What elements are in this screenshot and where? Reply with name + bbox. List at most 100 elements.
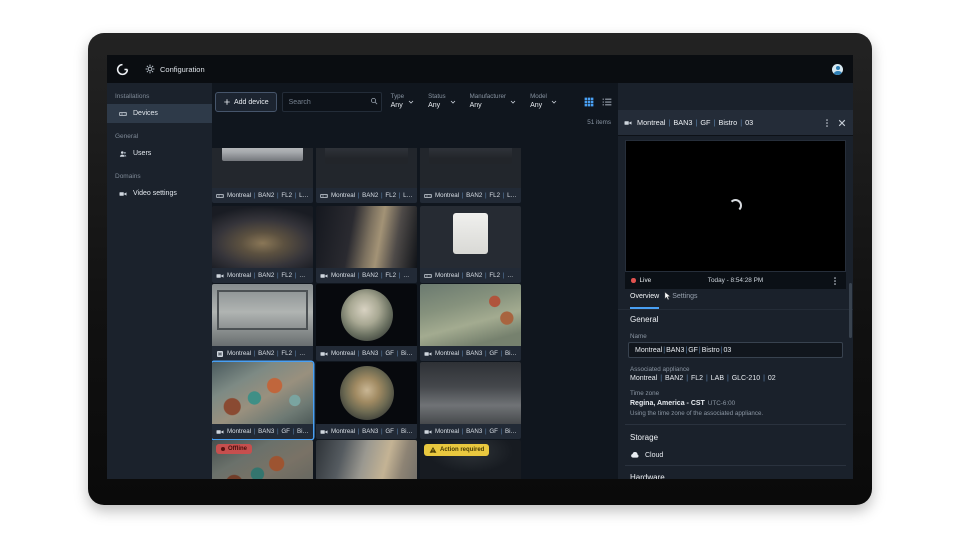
filter-status[interactable]: Status Any [428, 93, 457, 111]
timezone-label: Time zone [630, 390, 660, 397]
sidebar-item-devices[interactable]: Devices [107, 104, 212, 123]
name-field[interactable]: Montreal | BAN3 | GF | Bistro | 03 [628, 342, 843, 358]
tab-settings[interactable]: Settings [672, 293, 697, 309]
timestamp: Today - 8:54:28 PM [707, 277, 764, 284]
device-tile-label: Montreal | BAN2 | FL2 | LAB ... [420, 188, 521, 203]
tab-overview[interactable]: Overview [630, 293, 660, 309]
video-player[interactable] [625, 140, 846, 272]
items-count: 51 items [587, 119, 611, 126]
filter-bar: Type Any Status Any Manufacturer Any Model Any [391, 93, 558, 111]
close-icon[interactable] [837, 118, 847, 128]
general-heading: General [630, 315, 659, 324]
genetec-logo-icon [116, 63, 129, 76]
device-tile[interactable]: Montreal | BAN3 | GF | Bistro... [420, 362, 521, 439]
chevron-down-icon [449, 98, 457, 106]
topbar: Configuration [107, 55, 853, 83]
device-tile-label: Montreal | BAN2 | FL2 | Parki... [316, 268, 417, 283]
mouse-cursor-icon [663, 291, 673, 301]
main-content: Add device TypeAny StatusAny ManufacturerA… [212, 83, 618, 479]
plus-icon [223, 98, 231, 106]
configuration-menu[interactable]: Configuration [145, 64, 205, 74]
device-thumbnail [420, 284, 521, 346]
filter-type[interactable]: Type Any [391, 93, 415, 111]
device-tile-label: Montreal | BAN3 | GF | Bistro... [420, 346, 521, 361]
device-thumbnail: Offline [212, 440, 313, 479]
offline-dot-icon [221, 447, 225, 451]
device-tile-label: Montreal | BAN2 | FL2 | Parki... [212, 268, 313, 283]
device-tile[interactable]: Montreal | BAN3 | GF | Bistro... [420, 284, 521, 361]
camera-icon [424, 428, 432, 436]
sidebar-item-users[interactable]: Users [107, 144, 212, 163]
device-thumbnail [212, 148, 313, 188]
kebab-menu-icon[interactable] [822, 118, 832, 128]
camera-icon [320, 272, 328, 280]
app-title: Configuration [160, 64, 205, 74]
camera-icon [424, 350, 432, 358]
device-thumbnail [212, 284, 313, 346]
cloud-icon [630, 450, 640, 460]
sidebar-section-label: Domains [115, 173, 141, 180]
device-tile-label: Montreal | BAN2 | FL2 | LAB ... [316, 188, 417, 203]
appliance-value: Montreal | BAN2 | FL2 | LAB | GLC-210 | … [630, 375, 776, 382]
device-thumbnail [420, 206, 521, 268]
device-tile[interactable]: Montreal | BAN2 | FL2 | Parki... [212, 206, 313, 283]
camera-icon [320, 428, 328, 436]
device-tile[interactable]: Montreal | BAN2 | FL2 | West... [212, 284, 313, 361]
device-tile-label: Montreal | BAN2 | FL2 | LAB ... [212, 188, 313, 203]
device-tile[interactable]: Montreal | BAN2 | FL2 | West... [420, 206, 521, 283]
storage-type: Cloud [630, 450, 663, 460]
device-tile-label: Montreal | BAN3 | GF | Bistro... [212, 424, 313, 439]
camera-icon [216, 272, 224, 280]
playback-bar: Live Today - 8:54:28 PM [625, 272, 846, 289]
chevron-down-icon [407, 98, 415, 106]
device-tile[interactable]: Montreal | BAN2 | FL2 | LAB ... [316, 148, 417, 203]
appliance-label: Associated appliance [630, 366, 690, 373]
camera-icon [320, 350, 328, 358]
add-device-button[interactable]: Add device [215, 92, 277, 112]
device-tile[interactable]: Montreal | BAN3 | GF | Bistro... [316, 284, 417, 361]
device-thumbnail [420, 148, 521, 188]
device-tile-label: Montreal | BAN3 | GF | Bistro... [316, 424, 417, 439]
device-grid: Montreal | BAN2 | FL2 | LAB ...Montreal … [212, 148, 618, 479]
appliance-icon [216, 192, 224, 200]
panel-tabs: Overview Settings [618, 289, 853, 310]
sidebar-sections: Installations Devices General Users Domains V… [107, 83, 212, 203]
loading-spinner-icon [728, 199, 742, 212]
camera-icon [216, 428, 224, 436]
sidebar-item-video-settings[interactable]: Video settings [107, 184, 212, 203]
device-tile[interactable]: Montreal | BAN2 | FL2 | LAB ... [420, 148, 521, 203]
divider [625, 465, 846, 466]
grid-view-icon[interactable] [584, 97, 594, 107]
device-tile[interactable] [316, 440, 417, 479]
panel-header: Montreal | BAN3 | GF | Bistro | 03 [618, 110, 853, 136]
device-tile[interactable]: Offline [212, 440, 313, 479]
chevron-down-icon [550, 98, 558, 106]
device-tile-label: Montreal | BAN2 | FL2 | West... [420, 268, 521, 283]
camera-icon [624, 119, 632, 127]
timezone-value: Regina, America - CST UTC-6:00 [630, 400, 736, 407]
playback-kebab-icon[interactable] [830, 276, 840, 286]
device-tile[interactable]: Action required [420, 440, 521, 479]
device-tile[interactable]: Montreal | BAN3 | GF | Bistro... [212, 362, 313, 439]
search-input[interactable] [281, 92, 382, 112]
timezone-offset: UTC-6:00 [707, 400, 736, 407]
hardware-heading: Hardware [630, 473, 665, 479]
panel-scrollbar[interactable] [849, 283, 852, 338]
storage-heading: Storage [630, 433, 659, 442]
filter-manufacturer[interactable]: Manufacturer Any [470, 93, 517, 111]
device-thumbnail [420, 362, 521, 424]
video-camera-icon [119, 190, 127, 198]
gear-icon [145, 64, 155, 74]
device-tile[interactable]: Montreal | BAN3 | GF | Bistro... [316, 362, 417, 439]
panel-title: Montreal | BAN3 | GF | Bistro | 03 [637, 118, 754, 127]
list-view-icon[interactable] [602, 97, 612, 107]
name-label: Name [630, 333, 647, 340]
device-tile[interactable]: Montreal | BAN2 | FL2 | Parki... [316, 206, 417, 283]
device-tile-label: Montreal | BAN3 | GF | Bistro... [420, 424, 521, 439]
device-thumbnail [212, 206, 313, 268]
chevron-down-icon [509, 98, 517, 106]
filter-model[interactable]: Model Any [530, 93, 558, 111]
device-tile[interactable]: Montreal | BAN2 | FL2 | LAB ... [212, 148, 313, 203]
user-avatar[interactable] [832, 63, 843, 75]
device-thumbnail [212, 362, 313, 424]
